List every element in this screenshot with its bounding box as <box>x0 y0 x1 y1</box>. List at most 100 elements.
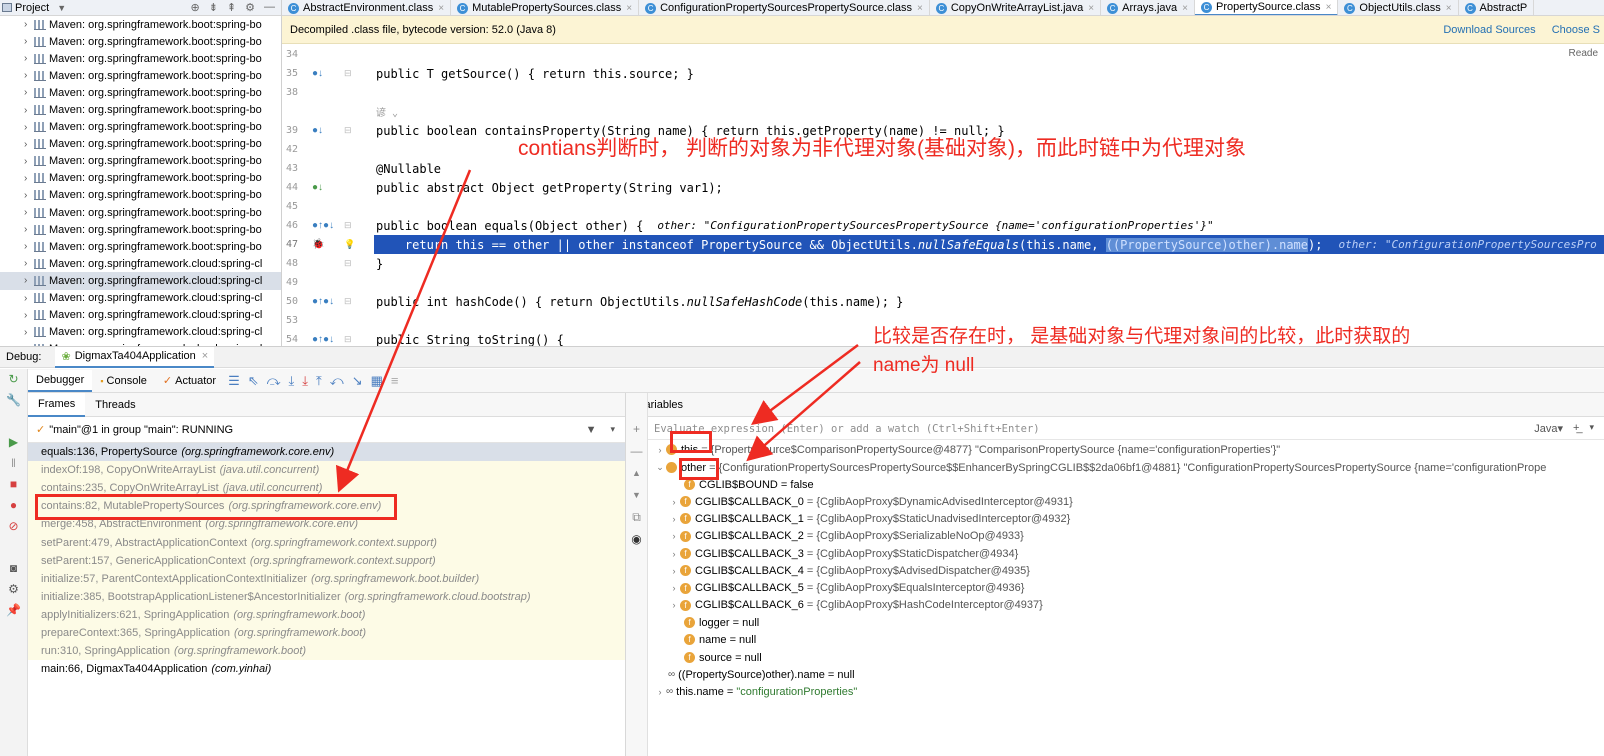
watch-this-name[interactable]: › ∞ this.name = "configurationProperties" <box>654 683 858 700</box>
settings-icon[interactable]: ⚙ <box>0 579 27 600</box>
close-icon[interactable]: × <box>202 350 208 362</box>
expand-icon[interactable]: › <box>24 87 27 98</box>
modify-config-icon[interactable]: 🔧 <box>0 390 27 411</box>
pin-icon[interactable]: 📌 <box>0 600 27 621</box>
step-into-icon[interactable]: ⤓ <box>289 373 295 389</box>
project-tree-item[interactable]: › Maven: org.springframework.boot:spring-… <box>0 153 281 170</box>
move-up-icon[interactable]: ▲ <box>626 462 647 484</box>
breakpoint-icon[interactable]: 🐞 <box>312 235 344 254</box>
tab-console[interactable]: ▪ Console <box>92 370 155 392</box>
camera-icon[interactable]: ◙ <box>0 558 27 579</box>
language-select[interactable]: Java▾ <box>1534 422 1563 435</box>
expand-icon[interactable]: › <box>24 36 27 47</box>
choose-sources-link[interactable]: Choose S <box>1552 24 1600 36</box>
project-tree-item[interactable]: › Maven: org.springframework.boot:spring-… <box>0 170 281 187</box>
stack-frame[interactable]: main:66, DigmaxTa404Application (com.yinh… <box>28 660 625 679</box>
project-tree-item[interactable]: › Maven: org.springframework.boot:spring-… <box>0 33 281 50</box>
step-over-icon[interactable]: ⤼ <box>267 373 281 389</box>
field-cglib-callback[interactable]: › f CGLIB$CALLBACK_2 = {CglibAopProxy$Seri… <box>668 528 1024 545</box>
field-cglib-callback[interactable]: › f CGLIB$CALLBACK_6 = {CglibAopProxy$Hash… <box>668 597 1043 614</box>
editor-tab[interactable]: C ConfigurationPropertySourcesPropertySou… <box>639 0 930 15</box>
trace-icon[interactable]: ≡ <box>391 373 399 388</box>
pause-icon[interactable]: ‖ <box>0 453 27 474</box>
settings-gear-icon[interactable]: ⚙ <box>245 1 255 14</box>
expand-icon[interactable]: › <box>24 190 27 201</box>
project-tree-item[interactable]: › Maven: org.springframework.boot:spring-… <box>0 67 281 84</box>
stack-frame[interactable]: setParent:157, GenericApplicationContext… <box>28 551 625 570</box>
drop-frame-icon[interactable]: ⤺ <box>330 373 344 389</box>
expand-icon[interactable]: › <box>24 105 27 116</box>
project-tree-item[interactable]: › Maven: org.springframework.boot:spring-… <box>0 119 281 136</box>
project-tree-item[interactable]: › Maven: org.springframework.boot:spring-… <box>0 238 281 255</box>
field-source[interactable]: f source = null <box>684 649 762 666</box>
evaluate-icon[interactable]: ▦ <box>371 373 383 389</box>
expand-icon[interactable]: › <box>668 497 680 507</box>
expand-icon[interactable]: › <box>24 207 27 218</box>
editor-tab[interactable]: C AbstractP <box>1459 0 1535 15</box>
expand-icon[interactable]: › <box>668 566 680 576</box>
expand-icon[interactable]: › <box>24 310 27 321</box>
tab-actuator[interactable]: ✓ Actuator <box>155 370 224 392</box>
expand-icon[interactable]: › <box>24 70 27 81</box>
close-icon[interactable]: × <box>917 3 923 14</box>
expand-icon[interactable]: › <box>24 19 27 30</box>
field-logger[interactable]: f logger = null <box>684 614 759 631</box>
lightbulb-icon[interactable]: 💡 <box>344 235 374 254</box>
editor-tab[interactable]: C MutablePropertySources.class × <box>451 0 640 15</box>
override-gutter-icon[interactable]: ●↑●↓ <box>312 296 344 307</box>
editor-tab[interactable]: C PropertySource.class × <box>1195 0 1339 15</box>
expand-all-icon[interactable]: ⇟ <box>209 1 218 14</box>
close-icon[interactable]: × <box>438 3 444 14</box>
view-breakpoints-icon[interactable]: ● <box>0 495 27 516</box>
show-execution-point-icon[interactable]: ⇖ <box>248 373 259 389</box>
close-icon[interactable]: × <box>626 3 632 14</box>
implements-gutter-icon[interactable]: ●↓ <box>312 68 344 79</box>
expand-icon[interactable]: › <box>668 549 680 559</box>
project-tree-item[interactable]: › Maven: org.springframework.boot:spring-… <box>0 187 281 204</box>
force-step-into-icon[interactable]: ⤓ <box>302 373 308 389</box>
locate-icon[interactable]: ⊕ <box>190 1 199 14</box>
project-title[interactable]: Project <box>15 2 49 14</box>
mute-breakpoints-icon[interactable]: ⊘ <box>0 516 27 537</box>
field-name[interactable]: f name = null <box>684 631 756 648</box>
close-icon[interactable]: × <box>1326 2 1332 13</box>
expand-icon[interactable]: › <box>24 258 27 269</box>
field-cglib-callback[interactable]: › f CGLIB$CALLBACK_5 = {CglibAopProxy$Equa… <box>668 580 1025 597</box>
move-down-icon[interactable]: ▼ <box>626 484 647 506</box>
expand-icon[interactable]: › <box>24 122 27 133</box>
collapse-all-icon[interactable]: ⇞ <box>227 1 236 14</box>
close-icon[interactable]: × <box>1182 3 1188 14</box>
watch-other-name[interactable]: ∞ ((PropertySource)other).name = null <box>668 666 855 683</box>
project-tree-item[interactable]: › Maven: org.springframework.boot:spring-… <box>0 204 281 221</box>
resume-icon[interactable]: ▶ <box>0 432 27 453</box>
stack-frame[interactable]: run:310, SpringApplication (org.springfra… <box>28 642 625 661</box>
project-tree-item[interactable]: › Maven: org.springframework.boot:spring-… <box>0 16 281 33</box>
filter-icon[interactable]: ▼ <box>586 424 597 436</box>
expand-icon[interactable]: › <box>668 600 680 610</box>
expand-icon[interactable]: › <box>668 531 680 541</box>
chevron-down-icon[interactable]: ▾ <box>1589 422 1594 435</box>
variable-other[interactable]: ⌄ other = {ConfigurationPropertySourcesP… <box>654 459 1546 476</box>
project-tree-item[interactable]: › Maven: org.springframework.boot:spring-… <box>0 136 281 153</box>
expand-icon[interactable]: › <box>24 156 27 167</box>
field-cglib-callback[interactable]: › f CGLIB$CALLBACK_1 = {CglibAopProxy$Stat… <box>668 510 1071 527</box>
override-gutter-icon[interactable]: ●↑●↓ <box>312 334 344 345</box>
field-cglib-callback[interactable]: › f CGLIB$CALLBACK_4 = {CglibAopProxy$Advi… <box>668 562 1030 579</box>
expand-icon[interactable]: › <box>24 173 27 184</box>
editor-tab[interactable]: C AbstractEnvironment.class × <box>282 0 452 15</box>
close-icon[interactable]: × <box>1088 3 1094 14</box>
chevron-down-icon[interactable]: ▾ <box>610 424 615 436</box>
add-watch-icon[interactable]: + <box>626 418 647 440</box>
stack-frame[interactable]: prepareContext:365, SpringApplication (or… <box>28 623 625 643</box>
field-cglib-callback[interactable]: › f CGLIB$CALLBACK_3 = {CglibAopProxy$Stat… <box>668 545 1019 562</box>
menu-icon[interactable]: ☰ <box>228 373 240 389</box>
collapse-icon[interactable]: ⌄ <box>654 462 666 473</box>
project-tree-item[interactable]: › Maven: org.springframework.cloud:spring… <box>0 290 281 307</box>
stack-frame[interactable]: equals:136, PropertySource (org.springfra… <box>28 443 625 462</box>
view-icon[interactable]: ◉ <box>626 528 647 550</box>
stack-frame[interactable]: initialize:385, BootstrapApplicationList… <box>28 587 625 606</box>
stop-icon[interactable]: ■ <box>0 474 27 495</box>
debug-session-tab[interactable]: ❀ DigmaxTa404Application × <box>55 346 215 368</box>
close-icon[interactable]: × <box>1446 3 1452 14</box>
expand-icon[interactable]: › <box>24 293 27 304</box>
